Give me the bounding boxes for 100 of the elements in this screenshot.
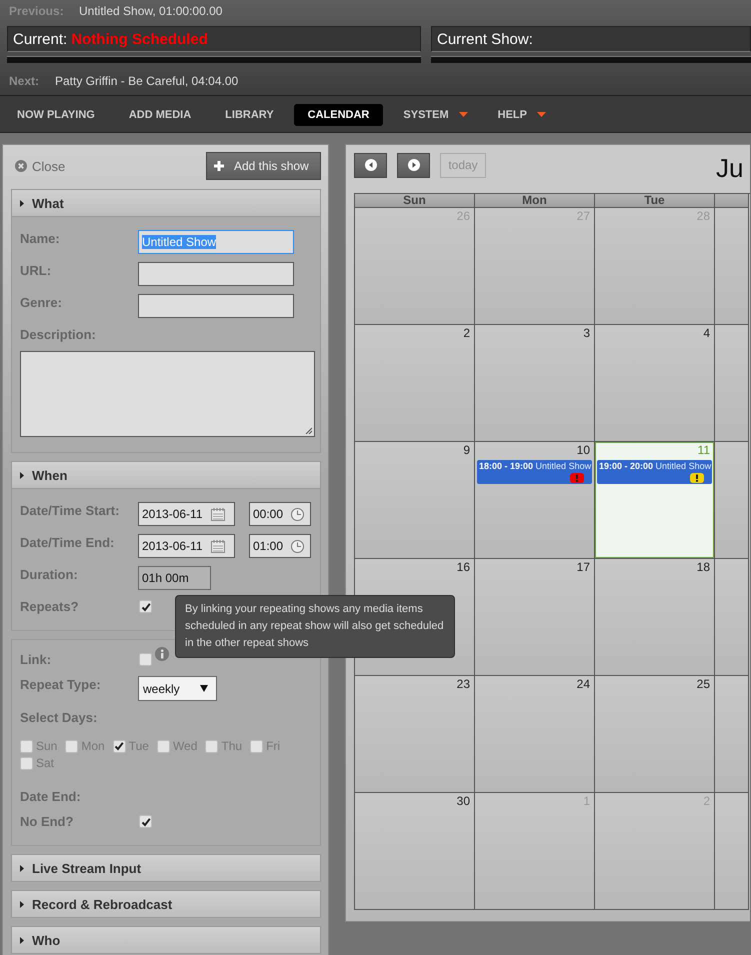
section-header[interactable]: When bbox=[12, 462, 320, 489]
previous-button[interactable] bbox=[354, 152, 387, 178]
text-field[interactable] bbox=[138, 294, 294, 318]
day-number: 18 bbox=[696, 560, 711, 574]
day-cell[interactable]: 3 bbox=[475, 325, 595, 442]
day-cell[interactable] bbox=[715, 208, 749, 325]
text-field[interactable] bbox=[138, 262, 294, 286]
checkbox[interactable] bbox=[139, 653, 152, 666]
nav-tab[interactable]: SYSTEM bbox=[389, 104, 478, 126]
month-title: Ju bbox=[716, 152, 744, 184]
section-header[interactable]: What bbox=[12, 190, 320, 217]
day-cell[interactable]: 30 bbox=[355, 793, 475, 910]
next-track: Patty Griffin - Be Careful, 04:04.00 bbox=[55, 74, 238, 88]
checkbox[interactable] bbox=[139, 600, 152, 613]
triangle-icon bbox=[20, 900, 24, 908]
day-cell[interactable]: 23 bbox=[355, 676, 475, 793]
day-cell[interactable] bbox=[715, 559, 749, 676]
nav-tab[interactable]: HELP bbox=[484, 104, 556, 126]
day-cell[interactable] bbox=[715, 325, 749, 442]
clock-icon bbox=[291, 540, 304, 552]
description-field[interactable] bbox=[20, 351, 315, 437]
day-cell[interactable]: 11 19:00 - 20:00 Untitled Show bbox=[595, 442, 715, 559]
event[interactable]: 18:00 - 19:00 Untitled Show bbox=[477, 460, 592, 484]
weekday-header: Tue bbox=[595, 194, 715, 208]
clock-icon bbox=[291, 508, 304, 520]
field-label: Select Days: bbox=[20, 709, 98, 726]
checkbox[interactable] bbox=[250, 740, 264, 752]
repeat-type-dropdown[interactable]: weekly bbox=[138, 676, 217, 701]
caret-icon bbox=[200, 685, 208, 692]
section-header[interactable]: Live Stream Input bbox=[12, 855, 320, 881]
day-cell[interactable] bbox=[715, 793, 749, 910]
field-label: Date/Time End: bbox=[20, 534, 116, 551]
field-label: Repeat Type: bbox=[20, 676, 102, 693]
event[interactable]: 19:00 - 20:00 Untitled Show bbox=[597, 460, 712, 484]
day-cell[interactable]: 17 bbox=[475, 559, 595, 676]
info-icon[interactable] bbox=[155, 647, 169, 661]
field-label: Duration: bbox=[20, 566, 79, 583]
field-label: Date End: bbox=[20, 788, 82, 805]
triangle-icon bbox=[20, 864, 24, 872]
current-label: Current: bbox=[13, 30, 68, 48]
checkbox[interactable] bbox=[139, 815, 152, 828]
close-icon bbox=[15, 160, 27, 172]
nav-tab[interactable]: NOW PLAYING bbox=[3, 104, 109, 126]
weekday-header: Mon bbox=[475, 194, 595, 208]
current-status: Nothing Scheduled bbox=[71, 30, 208, 48]
next-label: Next: bbox=[9, 74, 40, 88]
duration-field[interactable]: 01h 00m bbox=[138, 566, 211, 590]
field-label: No End? bbox=[20, 813, 74, 830]
day-number: 16 bbox=[456, 560, 471, 574]
calendar-icon bbox=[210, 540, 224, 552]
day-number: 24 bbox=[576, 677, 591, 691]
checkbox[interactable] bbox=[112, 740, 126, 752]
time-field[interactable]: 01:00 bbox=[249, 534, 311, 558]
section-header[interactable]: Record & Rebroadcast bbox=[12, 891, 320, 917]
calendar-icon bbox=[210, 508, 224, 520]
nav-tab[interactable]: CALENDAR bbox=[294, 104, 384, 126]
triangle-icon bbox=[20, 200, 24, 206]
checkbox[interactable] bbox=[20, 740, 33, 752]
day-number: 17 bbox=[576, 560, 591, 574]
day-number: 25 bbox=[696, 677, 711, 691]
day-cell[interactable]: 2 bbox=[355, 325, 475, 442]
day-number: 4 bbox=[702, 326, 711, 340]
date-field[interactable]: 2013-06-11 bbox=[138, 502, 235, 526]
nav-tab[interactable]: ADD MEDIA bbox=[114, 104, 206, 126]
day-cell[interactable] bbox=[715, 442, 749, 559]
triangle-icon bbox=[20, 472, 24, 478]
day-number: 23 bbox=[456, 677, 471, 691]
time-field[interactable]: 00:00 bbox=[249, 502, 311, 526]
add-show-button[interactable]: Add this show bbox=[206, 152, 321, 180]
day-number: 9 bbox=[462, 443, 471, 457]
section-header[interactable]: Who bbox=[12, 927, 320, 953]
field-label: Link: bbox=[20, 651, 52, 668]
checkbox[interactable] bbox=[20, 756, 33, 770]
day-cell[interactable] bbox=[715, 676, 749, 793]
previous-show: Untitled Show, 01:00:00.00 bbox=[79, 4, 222, 18]
day-cell[interactable]: 25 bbox=[595, 676, 715, 793]
checkbox[interactable] bbox=[156, 740, 170, 752]
next-button[interactable] bbox=[397, 152, 430, 178]
day-number: 30 bbox=[456, 794, 471, 808]
field-label: Genre: bbox=[20, 294, 63, 311]
plus-icon bbox=[214, 161, 224, 171]
field-label: Repeats? bbox=[20, 598, 80, 615]
field-label: Name: bbox=[20, 230, 61, 247]
resize-grip-icon bbox=[305, 427, 312, 434]
triangle-icon bbox=[20, 936, 24, 944]
checkbox[interactable] bbox=[205, 740, 218, 752]
date-field[interactable]: 2013-06-11 bbox=[138, 534, 235, 558]
day-cell[interactable]: 10 18:00 - 19:00 Untitled Show bbox=[475, 442, 595, 559]
day-cell[interactable]: 4 bbox=[595, 325, 715, 442]
field-label: Date/Time Start: bbox=[20, 502, 120, 519]
nav-tab[interactable]: LIBRARY bbox=[211, 104, 288, 126]
checkbox[interactable] bbox=[65, 740, 78, 752]
day-cell[interactable]: 9 bbox=[355, 442, 475, 559]
current-show-label: Current Show: bbox=[437, 30, 533, 48]
day-cell[interactable]: 24 bbox=[475, 676, 595, 793]
day-cell[interactable]: 18 bbox=[595, 559, 715, 676]
day-number: 11 bbox=[696, 443, 711, 457]
weekday-header: Sun bbox=[355, 194, 475, 208]
caret-icon bbox=[458, 112, 468, 117]
field-label: Description: bbox=[20, 326, 97, 343]
